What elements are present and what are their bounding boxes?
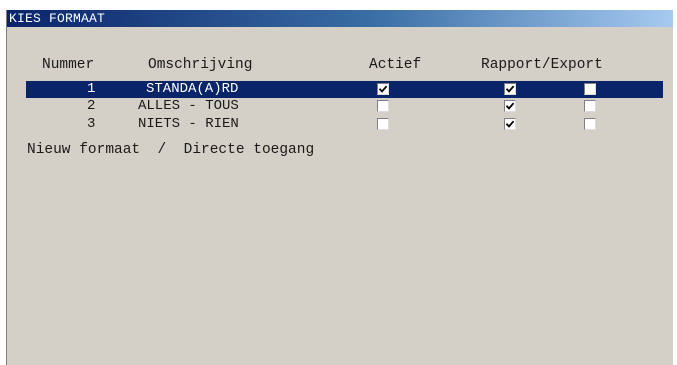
table-row[interactable]: 3 NIETS - RIEN — [26, 116, 663, 133]
row-description: NIETS - RIEN — [138, 116, 239, 132]
row-number: 2 — [87, 98, 96, 114]
rapport-checkbox[interactable] — [504, 118, 516, 130]
export-checkbox[interactable] — [584, 100, 596, 112]
actief-checkbox[interactable] — [377, 118, 389, 130]
checkmark-icon — [505, 85, 515, 93]
title-bar[interactable]: KIES FORMAAT — [7, 10, 673, 27]
row-number: 1 — [87, 81, 96, 97]
row-number: 3 — [87, 116, 96, 132]
rapport-checkbox[interactable] — [504, 83, 516, 95]
column-header-actief: Actief — [369, 57, 422, 73]
checkmark-icon — [505, 102, 515, 110]
export-checkbox[interactable] — [584, 118, 596, 130]
actief-checkbox[interactable] — [377, 100, 389, 112]
column-header-rapport-export: Rapport/Export — [481, 57, 603, 73]
column-header-nummer: Nummer — [42, 57, 95, 73]
row-description: STANDA(A)RD — [146, 81, 239, 97]
table-row[interactable]: 1 STANDA(A)RD — [26, 81, 663, 98]
footer-new-format-direct-access[interactable]: Nieuw formaat / Directe toegang — [27, 141, 314, 159]
export-checkbox[interactable] — [584, 83, 596, 95]
checkmark-icon — [505, 120, 515, 128]
row-description: ALLES - TOUS — [138, 98, 239, 114]
rapport-checkbox[interactable] — [504, 100, 516, 112]
kies-formaat-window: KIES FORMAAT Nummer Omschrijving Actief … — [6, 10, 673, 365]
checkmark-icon — [378, 85, 388, 93]
column-header-omschrijving: Omschrijving — [148, 57, 253, 73]
actief-checkbox[interactable] — [377, 83, 389, 95]
window-title: KIES FORMAAT — [9, 11, 106, 26]
table-row[interactable]: 2 ALLES - TOUS — [26, 98, 663, 115]
